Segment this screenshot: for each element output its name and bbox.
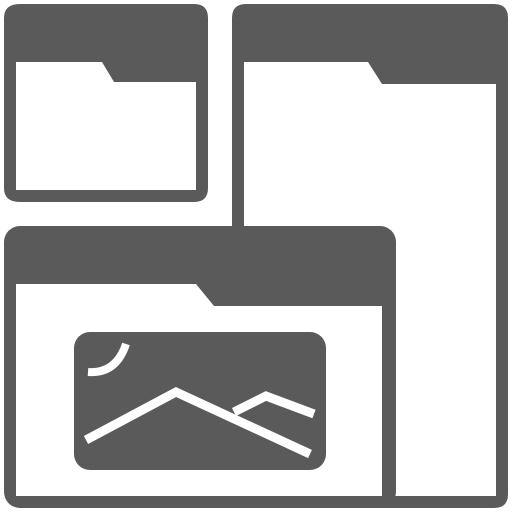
small-folder-window <box>4 4 208 202</box>
image-thumbnail <box>74 332 326 470</box>
small-folder-window-frame <box>4 4 208 202</box>
folder-windows-image-icon <box>4 4 508 508</box>
icon-canvas <box>0 0 512 512</box>
